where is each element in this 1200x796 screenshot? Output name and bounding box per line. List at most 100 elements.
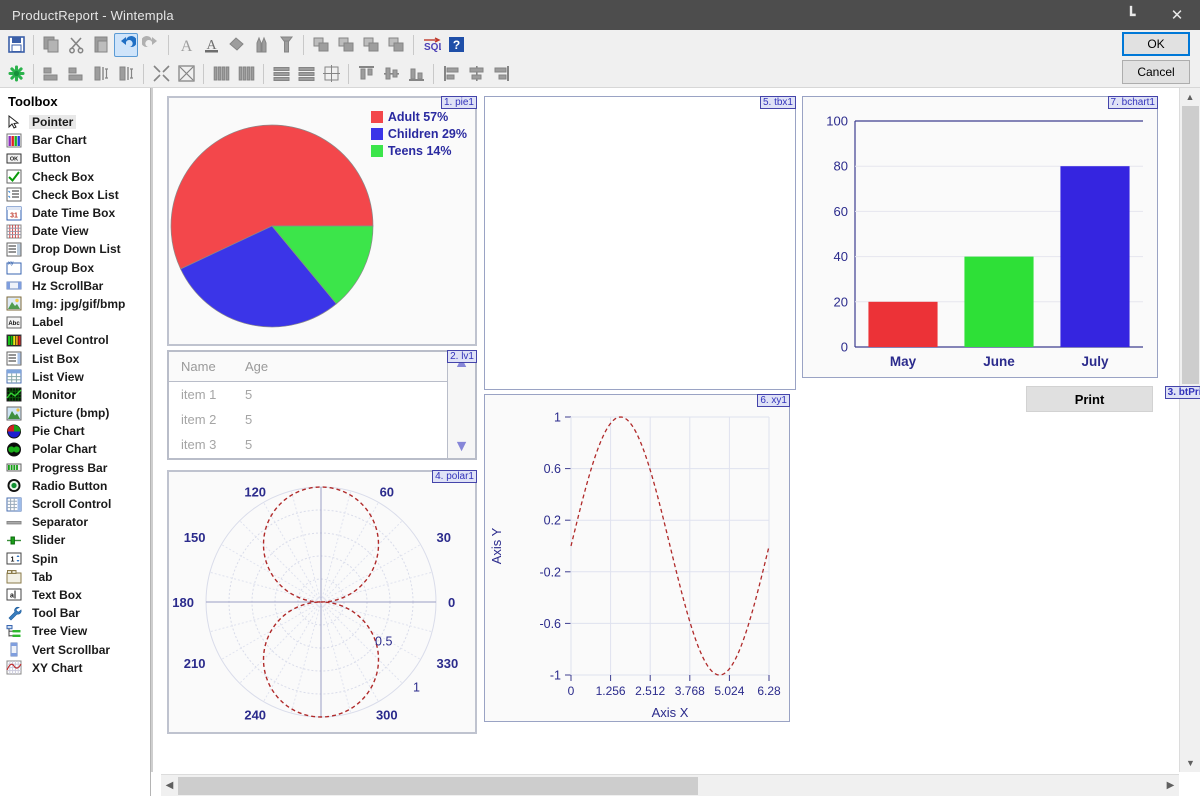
list-view-control[interactable]: Name Age item 1 5 item 2 5 item 3 5 ▲ ▼ 2. lv… — [167, 350, 477, 460]
column-header-age[interactable]: Age — [245, 359, 268, 374]
scroll-up-arrow-icon[interactable]: ▲ — [1180, 88, 1200, 106]
polar-chart-control[interactable]: 0 30 60 120 150 180 210 240 300 330 0.5 1 4. polar1 — [167, 470, 477, 734]
toolbar-separator — [33, 63, 34, 84]
toolbox-item-slider[interactable]: Slider — [0, 531, 150, 549]
screw-icon[interactable] — [274, 33, 298, 57]
center-grid-icon[interactable] — [319, 62, 343, 86]
undo-icon[interactable] — [114, 32, 138, 57]
toolbox-item-bar-chart[interactable]: Bar Chart — [0, 131, 150, 149]
align-rows-icon[interactable] — [269, 62, 293, 86]
scroll-right-arrow-icon[interactable]: ▶ — [1162, 780, 1179, 791]
toolbox-item-label: Date View — [32, 224, 89, 239]
toolbox-item-group-box[interactable]: xy Group Box — [0, 259, 150, 277]
toolbox-item-monitor[interactable]: Monitor — [0, 386, 150, 404]
font-icon[interactable]: A — [174, 33, 198, 57]
same-width-icon[interactable] — [89, 62, 113, 86]
vertical-scrollbar[interactable]: ▲ ▼ — [1179, 88, 1200, 772]
toolbox-item-label[interactable]: Abc Label — [0, 313, 150, 331]
same-height-icon[interactable] — [114, 62, 138, 86]
expand-icon[interactable] — [174, 62, 198, 86]
list-view-row[interactable]: item 1 5 — [169, 382, 475, 407]
ok-button[interactable]: OK — [1122, 32, 1190, 56]
column-header-name[interactable]: Name — [169, 359, 245, 374]
align-center-icon[interactable] — [464, 62, 488, 86]
shrink-icon[interactable] — [149, 62, 173, 86]
toolbox-item-radio-button[interactable]: Radio Button — [0, 477, 150, 495]
toolbox-item-scroll-control[interactable]: Scroll Control — [0, 495, 150, 513]
toolbox-item-img-jpg-gif-bmp[interactable]: Img: jpg/gif/bmp — [0, 295, 150, 313]
align-bottom-icon[interactable] — [404, 62, 428, 86]
toolbox-item-date-time-box[interactable]: 31 Date Time Box — [0, 204, 150, 222]
toolbox-item-list-box[interactable]: List Box — [0, 349, 150, 367]
print-button[interactable]: Print 3. btPrint — [1026, 386, 1200, 412]
toolbox-item-text-box[interactable]: a Text Box — [0, 586, 150, 604]
svg-text:Axis X: Axis X — [652, 705, 689, 720]
list-view-scrollbar[interactable]: ▲ ▼ — [447, 352, 475, 458]
toolbox-item-check-box[interactable]: Check Box — [0, 168, 150, 186]
send-back-icon[interactable] — [334, 33, 358, 57]
toolbox-item-separator[interactable]: Separator — [0, 513, 150, 531]
scroll-left-arrow-icon[interactable]: ◀ — [161, 780, 178, 791]
font-color-icon[interactable]: A — [199, 33, 223, 57]
paste-icon[interactable] — [89, 33, 113, 57]
designer-surface[interactable]: Adult 57% Children 29% Teens 14% 1. pie1 N… — [151, 88, 1200, 796]
cut-icon[interactable] — [64, 33, 88, 57]
align-right-icon[interactable] — [489, 62, 513, 86]
align-top-icon[interactable] — [354, 62, 378, 86]
toolbox-item-hz-scrollbar[interactable]: Hz ScrollBar — [0, 277, 150, 295]
toolbox-item-check-box-list[interactable]: Check Box List — [0, 186, 150, 204]
toolbox-item-label: XY Chart — [32, 660, 83, 675]
align-left-icon[interactable] — [439, 62, 463, 86]
toolbox-item-drop-down-list[interactable]: Drop Down List — [0, 240, 150, 258]
redo-icon[interactable] — [139, 33, 163, 57]
text-box-control[interactable]: 5. tbx1 — [484, 96, 796, 390]
list-view-row[interactable]: item 2 5 — [169, 407, 475, 432]
close-icon[interactable]: ✕ — [1154, 0, 1200, 30]
fill-color-icon[interactable] — [224, 33, 248, 57]
maximize-icon[interactable]: ┗ — [1108, 0, 1154, 30]
pen-icon[interactable] — [249, 33, 273, 57]
scroll-down-icon[interactable]: ▼ — [454, 439, 470, 455]
horizontal-scroll-thumb[interactable] — [178, 776, 698, 795]
list-view-row[interactable]: item 3 5 — [169, 432, 475, 457]
toolbox-item-tool-bar[interactable]: Tool Bar — [0, 604, 150, 622]
horizontal-scrollbar[interactable]: ◀ ▶ — [161, 774, 1179, 796]
toolbox-item-vert-scrollbar[interactable]: Vert Scrollbar — [0, 640, 150, 658]
cancel-button[interactable]: Cancel — [1122, 60, 1190, 84]
sql-icon[interactable]: SQL — [419, 33, 443, 57]
toolbox-item-spin[interactable]: 1 Spin — [0, 550, 150, 568]
bring-front-icon[interactable] — [309, 33, 333, 57]
toolbox-item-pointer[interactable]: Pointer — [0, 113, 150, 131]
form-canvas[interactable]: Adult 57% Children 29% Teens 14% 1. pie1 N… — [161, 88, 1200, 772]
align-left-edges-icon[interactable] — [39, 62, 63, 86]
list-view-body[interactable]: item 1 5 item 2 5 item 3 5 — [169, 382, 475, 458]
space-columns-icon[interactable] — [234, 62, 258, 86]
xy-chart-control[interactable]: -1 -0.6 -0.2 0.2 0.6 1 0 1.256 2.512 3.768 5.024 6.… — [484, 394, 790, 722]
save-icon[interactable] — [4, 33, 28, 57]
bring-forward-icon[interactable] — [359, 33, 383, 57]
scroll-down-arrow-icon[interactable]: ▼ — [1180, 754, 1200, 772]
toolbox-item-pie-chart[interactable]: Pie Chart — [0, 422, 150, 440]
toolbox-item-label: Level Control — [32, 333, 109, 348]
toolbox-item-picture-bmp[interactable]: Picture (bmp) — [0, 404, 150, 422]
toolbox-item-level-control[interactable]: Level Control — [0, 331, 150, 349]
toolbox-item-list-view[interactable]: List View — [0, 368, 150, 386]
pie-chart-control[interactable]: Adult 57% Children 29% Teens 14% 1. pie1 — [167, 96, 477, 346]
vertical-scroll-thumb[interactable] — [1182, 106, 1199, 384]
toolbox-item-tree-view[interactable]: Tree View — [0, 622, 150, 640]
align-middle-icon[interactable] — [379, 62, 403, 86]
send-backward-icon[interactable] — [384, 33, 408, 57]
toolbox-item-polar-chart[interactable]: Polar Chart — [0, 440, 150, 458]
space-rows-icon[interactable] — [294, 62, 318, 86]
help-icon[interactable]: ? — [444, 33, 468, 57]
bar-chart-control[interactable]: 0 20 40 60 80 100 May June July 7. bchart1 — [802, 96, 1158, 378]
toolbox-item-xy-chart[interactable]: XY Chart — [0, 659, 150, 677]
space-vertical-icon[interactable] — [209, 62, 233, 86]
toolbox-item-button[interactable]: OK Button — [0, 149, 150, 167]
toolbox-item-progress-bar[interactable]: Progress Bar — [0, 459, 150, 477]
toolbox-item-date-view[interactable]: Date View — [0, 222, 150, 240]
align-right-edges-icon[interactable] — [64, 62, 88, 86]
snowflake-icon[interactable] — [4, 62, 28, 86]
copy-icon[interactable] — [39, 33, 63, 57]
toolbox-item-tab[interactable]: Tab — [0, 568, 150, 586]
